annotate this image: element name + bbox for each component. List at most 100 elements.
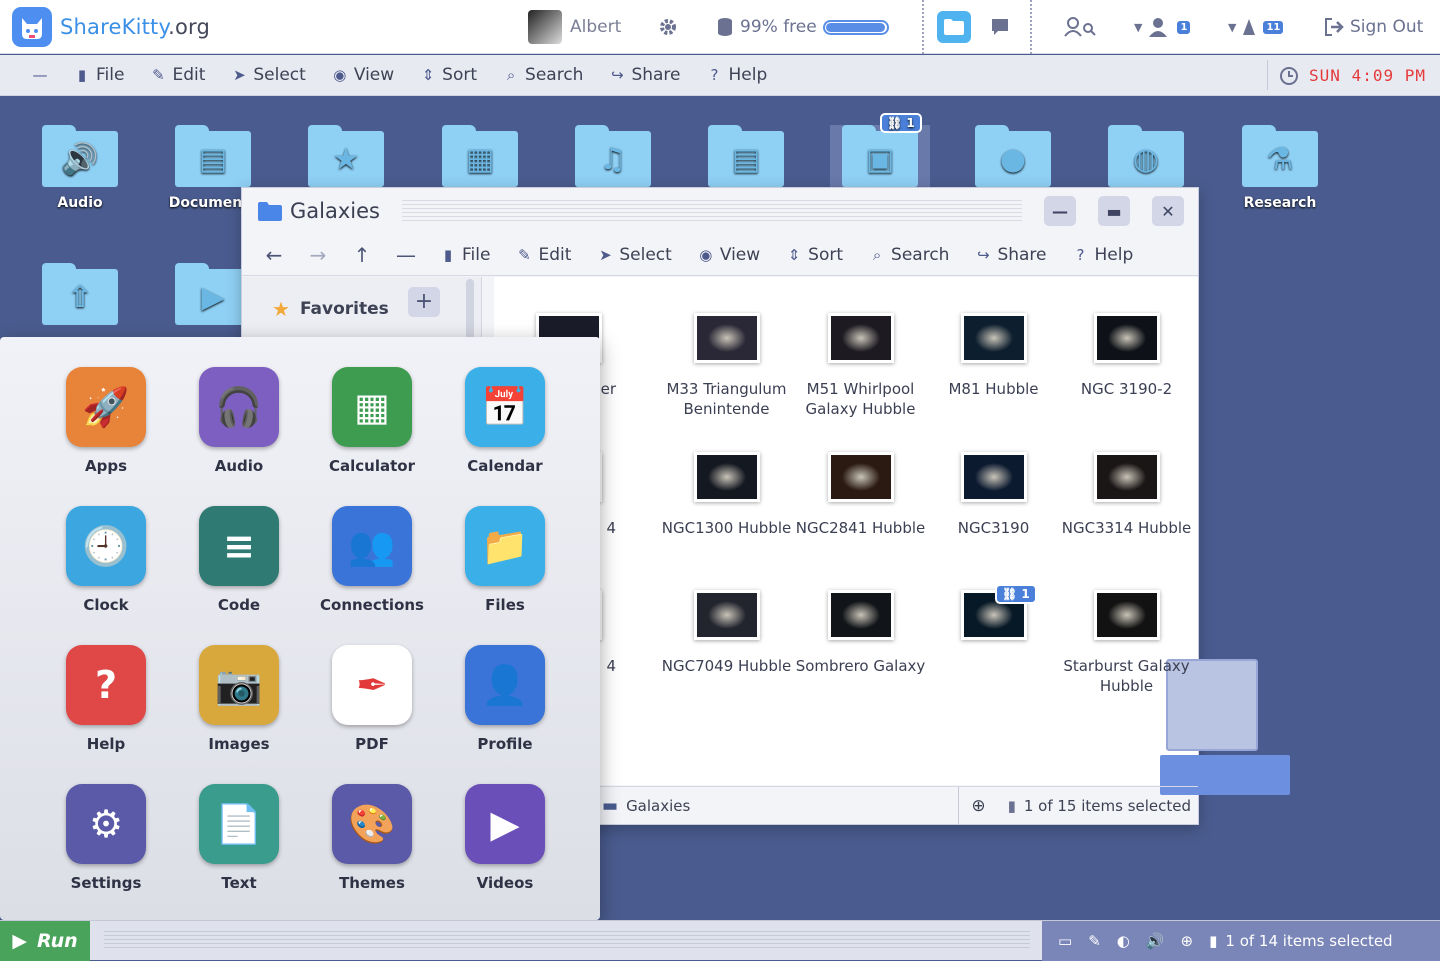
menu-select[interactable]: ➤ Select (231, 65, 306, 85)
settings-gear-icon[interactable] (658, 0, 678, 54)
window-title-bar[interactable]: Galaxies — ▬ ✕ (242, 188, 1198, 234)
app-clock[interactable]: 🕘 Clock (46, 506, 166, 614)
file-item[interactable]: NGC1300 Hubble (660, 452, 793, 538)
file-item[interactable]: Sombrero Spitzer ⛓ 1 (927, 584, 1060, 676)
file-item[interactable]: NGC7049 Hubble (660, 590, 793, 676)
chat-icon[interactable] (990, 0, 1010, 54)
disk-usage[interactable]: 99% free (716, 0, 889, 54)
close-button[interactable]: ✕ (1152, 196, 1184, 226)
zoom-icon[interactable]: ⊕ (1181, 932, 1194, 950)
menu-edit[interactable]: ✎ Edit (150, 65, 205, 85)
file-item[interactable]: Starburst Galaxy Hubble (1060, 590, 1193, 696)
app-connections[interactable]: 👥 Connections (312, 506, 432, 614)
user-menu[interactable]: Albert (528, 10, 621, 44)
window-menu-edit-label: Edit (538, 244, 572, 265)
minimize-button[interactable]: — (1044, 196, 1076, 226)
contrast-icon[interactable]: ◐ (1117, 932, 1130, 950)
app-audio[interactable]: 🎧 Audio (179, 367, 299, 475)
minus-icon: — (32, 66, 48, 84)
menu-view[interactable]: ◉ View (332, 65, 394, 85)
app-code[interactable]: ≡ Code (179, 506, 299, 614)
find-user-icon[interactable] (1064, 0, 1096, 54)
window-menu-view[interactable]: ◉ View (698, 245, 760, 265)
desktop-folder[interactable]: 🔊 Audio (30, 125, 130, 211)
window-menu-help[interactable]: ? Help (1073, 245, 1134, 265)
desktop-folder[interactable]: ★ (296, 125, 396, 195)
app-calculator[interactable]: ▦ Calculator (312, 367, 432, 475)
zoom-icon[interactable]: ⊕ (971, 796, 985, 816)
folder-icon: ⚗ (1242, 125, 1318, 187)
link-badge: ⛓ 1 (995, 584, 1037, 604)
connections-icon-glyph: 👥 (348, 523, 396, 568)
window-menu-edit[interactable]: ✎ Edit (516, 245, 571, 265)
window-menu-select[interactable]: ➤ Select (597, 245, 672, 265)
desktop-folder[interactable]: ♫ (563, 125, 663, 195)
link-icon: ⛓ (887, 116, 903, 130)
database-icon (718, 18, 732, 36)
desktop-folder-button[interactable] (937, 0, 971, 54)
file-item[interactable]: Sombrero Galaxy (794, 590, 927, 676)
brush-icon[interactable]: ✎ (1088, 932, 1101, 950)
up-arrow-icon[interactable]: ↑ (340, 243, 384, 267)
menu-sort[interactable]: ⇕ Sort (420, 65, 477, 85)
desktop-folder-label: Research (1243, 195, 1317, 211)
link-badge: ⛓ 1 (880, 113, 922, 133)
folder-icon: ▬ (602, 795, 619, 816)
desktop-folder[interactable]: ● (963, 125, 1063, 195)
app-pdf[interactable]: ✒ PDF (312, 645, 432, 753)
menu-file[interactable]: ▮ File (74, 65, 125, 85)
app-calendar[interactable]: 📅 Calendar (445, 367, 565, 475)
galaxy-thumbnail (827, 590, 894, 640)
sign-out-button[interactable]: Sign Out (1324, 0, 1423, 54)
desktop-folder[interactable]: ◍ (1096, 125, 1196, 195)
collapse-icon[interactable]: — (384, 243, 428, 267)
file-item[interactable]: NGC3190 (927, 452, 1060, 538)
run-button[interactable]: ▶ Run (0, 921, 90, 961)
menu-search[interactable]: ⌕ Search (503, 65, 584, 85)
app-images[interactable]: 📷 Images (179, 645, 299, 753)
app-settings[interactable]: ⚙ Settings (46, 784, 166, 892)
desktop-folder[interactable]: ▤ (696, 125, 796, 195)
back-arrow-icon[interactable]: ← (252, 243, 296, 267)
file-item[interactable]: M81 Hubble (927, 313, 1060, 399)
window-menu-search[interactable]: ⌕ Search (869, 245, 950, 265)
app-apps[interactable]: 🚀 Apps (46, 367, 166, 475)
app-files[interactable]: 📁 Files (445, 506, 565, 614)
desktop-folder[interactable]: ⇧ (30, 263, 130, 333)
app-text[interactable]: 📄 Text (179, 784, 299, 892)
galaxy-thumbnail (1093, 590, 1160, 640)
window-menu-sort[interactable]: ⇕ Sort (786, 245, 843, 265)
desktop-folder[interactable]: ▣ ⛓ 1 (830, 113, 930, 195)
file-item[interactable]: M51 Whirlpool Galaxy Hubble (794, 313, 927, 419)
file-item[interactable]: M33 Triangulum Benintende (660, 313, 793, 419)
window-menu-file[interactable]: ▮ File (440, 245, 491, 265)
desktop-folder[interactable]: ▦ (430, 125, 530, 195)
run-input-grip[interactable] (104, 931, 1030, 951)
monitor-icon[interactable]: ▭ (1058, 932, 1072, 950)
app-themes[interactable]: 🎨 Themes (312, 784, 432, 892)
desktop-folder[interactable]: ⚗ Research (1230, 125, 1330, 211)
favorites-header[interactable]: ★ Favorites (272, 297, 481, 321)
alerts-dropdown[interactable]: ▼ 11 (1228, 0, 1285, 54)
file-label: M51 Whirlpool Galaxy Hubble (805, 380, 916, 418)
file-item[interactable]: NGC2841 Hubble (794, 452, 927, 538)
window-menu-share[interactable]: ↪ Share (975, 245, 1046, 265)
sidebar-scrollbar[interactable] (466, 279, 474, 339)
menu-help[interactable]: ? Help (707, 65, 768, 85)
file-label: Sombrero Galaxy (795, 657, 926, 675)
app-help[interactable]: ? Help (46, 645, 166, 753)
add-favorite-button[interactable]: + (408, 287, 440, 317)
menu-share[interactable]: ↪ Share (609, 65, 680, 85)
forward-arrow-icon[interactable]: → (296, 243, 340, 267)
maximize-button[interactable]: ▬ (1098, 196, 1130, 226)
file-item[interactable]: NGC 3190-2 (1060, 313, 1193, 399)
volume-icon[interactable]: 🔊 (1146, 932, 1165, 950)
file-item[interactable]: NGC3314 Hubble (1060, 452, 1193, 538)
collapse-button[interactable]: — (32, 66, 48, 84)
app-profile[interactable]: 👤 Profile (445, 645, 565, 753)
app-videos[interactable]: ▶ Videos (445, 784, 565, 892)
clock[interactable]: SUN 4:09 PM (1279, 55, 1426, 96)
users-dropdown[interactable]: ▼ 1 (1134, 0, 1192, 54)
logo[interactable]: ShareKitty.org (12, 6, 312, 47)
status-path: Galaxies (626, 796, 691, 815)
